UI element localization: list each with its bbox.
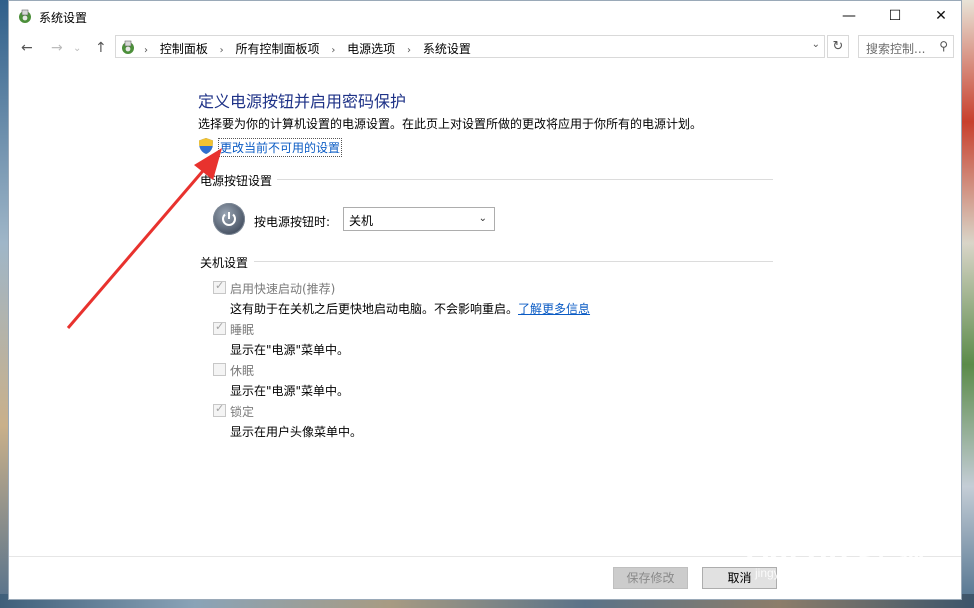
- lock-checkbox[interactable]: ✓: [213, 402, 226, 417]
- divider: [277, 179, 773, 180]
- lock-label: 锁定: [230, 405, 255, 419]
- learn-more-link[interactable]: 了解更多信息: [518, 302, 590, 316]
- search-placeholder: 搜索控制...: [866, 42, 926, 56]
- fast-startup-label: 启用快速启动(推荐): [230, 282, 336, 296]
- change-unavailable-settings-link[interactable]: 更改当前不可用的设置: [218, 138, 343, 157]
- breadcrumb-item[interactable]: 所有控制面板项: [236, 42, 320, 56]
- chevron-right-icon[interactable]: ›: [220, 45, 224, 56]
- fast-startup-desc-text: 这有助于在关机之后更快地启动电脑。不会影响重启。: [230, 302, 519, 316]
- minimize-button[interactable]: —: [826, 1, 872, 32]
- checkmark-icon: ✓: [215, 320, 225, 333]
- page-description: 选择要为你的计算机设置的电源设置。在此页上对设置所做的更改将应用于你所有的电源计…: [198, 117, 703, 131]
- close-button[interactable]: ✕: [918, 1, 964, 32]
- page-title: 定义电源按钮并启用密码保护: [198, 92, 407, 111]
- chevron-right-icon[interactable]: ›: [331, 45, 335, 56]
- shutdown-settings-label: 关机设置: [200, 256, 249, 270]
- breadcrumb-item[interactable]: 控制面板: [160, 42, 208, 56]
- fast-startup-description: 这有助于在关机之后更快地启动电脑。不会影响重启。了解更多信息: [230, 300, 590, 317]
- checkmark-icon: ✓: [215, 279, 225, 292]
- refresh-button[interactable]: ↻: [827, 35, 849, 58]
- maximize-button[interactable]: ☐: [872, 1, 918, 32]
- recent-dropdown-icon[interactable]: ⌄: [73, 43, 81, 54]
- select-value: 关机: [349, 214, 374, 228]
- chevron-right-icon[interactable]: ›: [407, 45, 411, 56]
- back-arrow-icon[interactable]: ←: [21, 40, 33, 56]
- chevron-down-icon: ⌄: [478, 213, 487, 224]
- power-button-action-select[interactable]: 关机 ⌄: [343, 207, 495, 231]
- chevron-right-icon: ›: [144, 45, 148, 56]
- address-row: ← → ⌄ ↑ › 控制面板 › 所有控制面板项 › 电源选项 › 系统设置 ⌄…: [9, 32, 961, 64]
- title-bar[interactable]: 系统设置 — ☐ ✕: [9, 1, 961, 32]
- hibernate-description: 显示在"电源"菜单中。: [230, 384, 350, 398]
- system-settings-window: 系统设置 — ☐ ✕ ← → ⌄ ↑ › 控制面板 › 所有控制面板项 › 电源…: [8, 0, 962, 600]
- watermark-url: jingyan.baidu.com: [755, 566, 852, 580]
- sleep-checkbox[interactable]: ✓: [213, 320, 226, 335]
- forward-arrow-icon[interactable]: →: [51, 40, 63, 56]
- up-arrow-icon[interactable]: ↑: [95, 40, 107, 56]
- search-icon: ⚲: [939, 39, 948, 53]
- chevron-down-icon[interactable]: ⌄: [812, 39, 820, 50]
- control-panel-icon: [19, 9, 31, 23]
- divider: [254, 261, 773, 262]
- breadcrumb: › 控制面板 › 所有控制面板项 › 电源选项 › 系统设置: [144, 40, 471, 57]
- power-button-settings-label: 电源按钮设置: [200, 174, 273, 188]
- hibernate-checkbox[interactable]: [213, 363, 226, 376]
- breadcrumb-item[interactable]: 系统设置: [423, 42, 471, 56]
- power-button-action-label: 按电源按钮时:: [254, 215, 331, 229]
- address-bar[interactable]: › 控制面板 › 所有控制面板项 › 电源选项 › 系统设置 ⌄: [115, 35, 825, 58]
- window-title: 系统设置: [39, 11, 88, 25]
- breadcrumb-item[interactable]: 电源选项: [347, 42, 395, 56]
- desktop-background-right: [962, 0, 974, 608]
- uac-shield-icon: [199, 138, 213, 154]
- checkmark-icon: ✓: [215, 402, 225, 415]
- hibernate-label: 休眠: [230, 364, 255, 378]
- power-icon: [213, 203, 245, 235]
- search-input[interactable]: 搜索控制... ⚲: [858, 35, 954, 58]
- save-changes-button[interactable]: 保存修改: [613, 567, 688, 589]
- main-content: 定义电源按钮并启用密码保护 选择要为你的计算机设置的电源设置。在此页上对设置所做…: [9, 64, 961, 539]
- lock-description: 显示在用户头像菜单中。: [230, 425, 363, 439]
- sleep-description: 显示在"电源"菜单中。: [230, 343, 350, 357]
- sleep-label: 睡眠: [230, 323, 255, 337]
- control-panel-icon: [122, 40, 134, 54]
- fast-startup-checkbox[interactable]: ✓: [213, 279, 226, 294]
